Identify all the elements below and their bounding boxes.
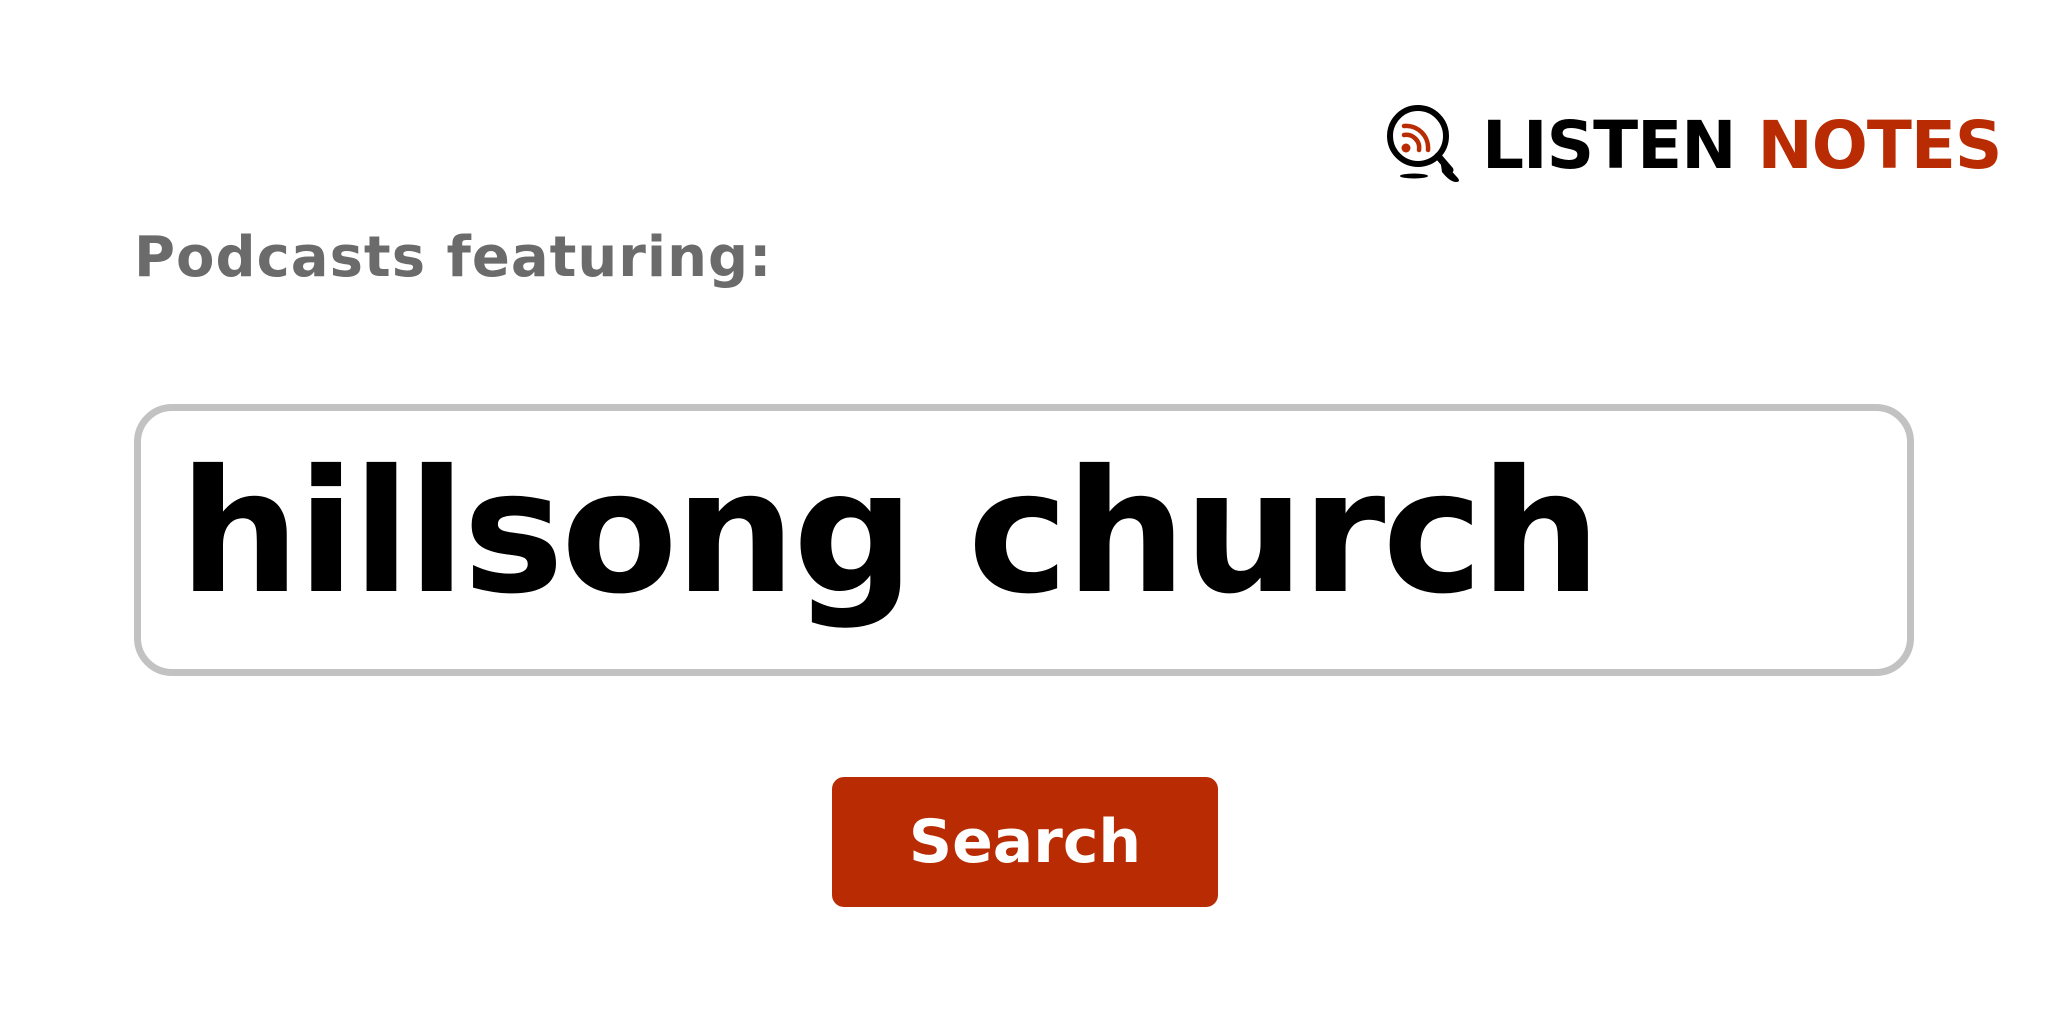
search-input[interactable] [141, 411, 1907, 669]
logo-text: LISTEN NOTES [1482, 113, 2002, 179]
search-box [134, 404, 1914, 676]
logo-text-notes: NOTES [1757, 107, 2002, 184]
page: LISTEN NOTES Podcasts featuring: Search [0, 0, 2048, 1024]
search-button[interactable]: Search [832, 777, 1218, 907]
listen-notes-logo[interactable]: LISTEN NOTES [1384, 102, 2002, 192]
magnifier-rss-icon [1387, 105, 1459, 182]
page-heading: Podcasts featuring: [134, 225, 773, 290]
logo-text-listen: LISTEN [1482, 107, 1736, 184]
